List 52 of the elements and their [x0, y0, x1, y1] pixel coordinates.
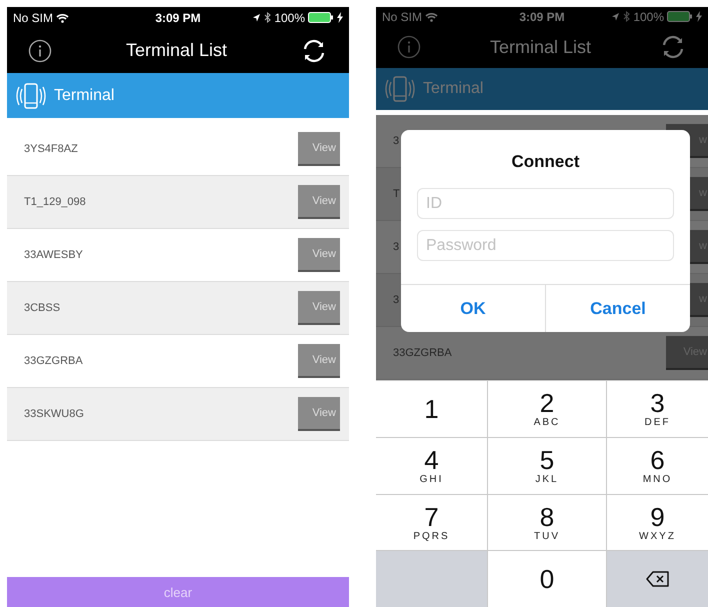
- phone-vibrate-icon: [16, 82, 46, 110]
- bluetooth-icon: [623, 11, 630, 22]
- terminal-name: 3CBSS: [24, 302, 60, 314]
- refresh-icon[interactable]: [301, 38, 327, 64]
- terminal-name: 33AWESBY: [24, 249, 83, 261]
- keypad-key[interactable]: 0: [488, 551, 606, 607]
- keypad-key[interactable]: 7 PQRS: [376, 494, 487, 550]
- battery-text: 100%: [274, 10, 306, 24]
- wifi-icon: [425, 12, 438, 22]
- terminal-name: 3YS4F8AZ: [24, 143, 78, 155]
- keypad-key[interactable]: 2 ABC: [488, 381, 606, 437]
- keypad-key[interactable]: 5 JKL: [488, 438, 606, 494]
- terminal-name: T1_129_098: [24, 196, 86, 208]
- delete-key[interactable]: [607, 551, 708, 607]
- backspace-icon: [646, 570, 670, 588]
- keypad-key[interactable]: 1: [376, 381, 487, 437]
- dialog-button[interactable]: OK: [401, 285, 545, 332]
- keypad-key[interactable]: 3 DEF: [607, 381, 708, 437]
- bluetooth-icon: [264, 12, 272, 23]
- info-icon[interactable]: [28, 38, 52, 62]
- input-field[interactable]: Password: [417, 230, 674, 261]
- terminal-name: 3: [393, 294, 400, 306]
- terminal-name: 33SKWU8G: [24, 408, 84, 420]
- screen-title: Terminal List: [126, 40, 228, 61]
- terminal-name: 3: [393, 134, 400, 147]
- battery-text: 100%: [633, 10, 664, 24]
- terminal-name: 33GZGRBA: [24, 355, 83, 367]
- location-icon: [252, 13, 262, 22]
- terminal-name: T: [393, 188, 400, 200]
- terminal-name: 33GZGRBA: [393, 346, 452, 359]
- battery-icon: [308, 12, 334, 23]
- dialog-button[interactable]: Cancel: [545, 285, 690, 332]
- clock-text: 3:09 PM: [519, 10, 565, 24]
- keypad-key[interactable]: 8 TUV: [488, 494, 606, 550]
- keypad-key[interactable]: 9 WXYZ: [607, 494, 708, 550]
- section-title: Terminal: [54, 86, 114, 104]
- clock-text: 3:09 PM: [155, 10, 201, 24]
- battery-icon: [667, 11, 694, 22]
- keypad-key[interactable]: 6 MNO: [607, 438, 708, 494]
- charging-icon: [696, 11, 702, 22]
- phone-vibrate-icon: [385, 75, 415, 104]
- keypad-key[interactable]: 4 GHI: [376, 438, 487, 494]
- input-field[interactable]: ID: [417, 188, 674, 219]
- charging-icon: [337, 12, 344, 23]
- terminal-name: 3: [393, 240, 400, 253]
- carrier-text: No SIM: [13, 10, 54, 24]
- wifi-icon: [56, 12, 70, 22]
- location-icon: [611, 12, 620, 22]
- section-title: Terminal: [423, 80, 484, 98]
- dialog-title: Connect: [512, 152, 580, 172]
- screen-title: Terminal List: [490, 36, 592, 58]
- carrier-text: No SIM: [382, 10, 422, 24]
